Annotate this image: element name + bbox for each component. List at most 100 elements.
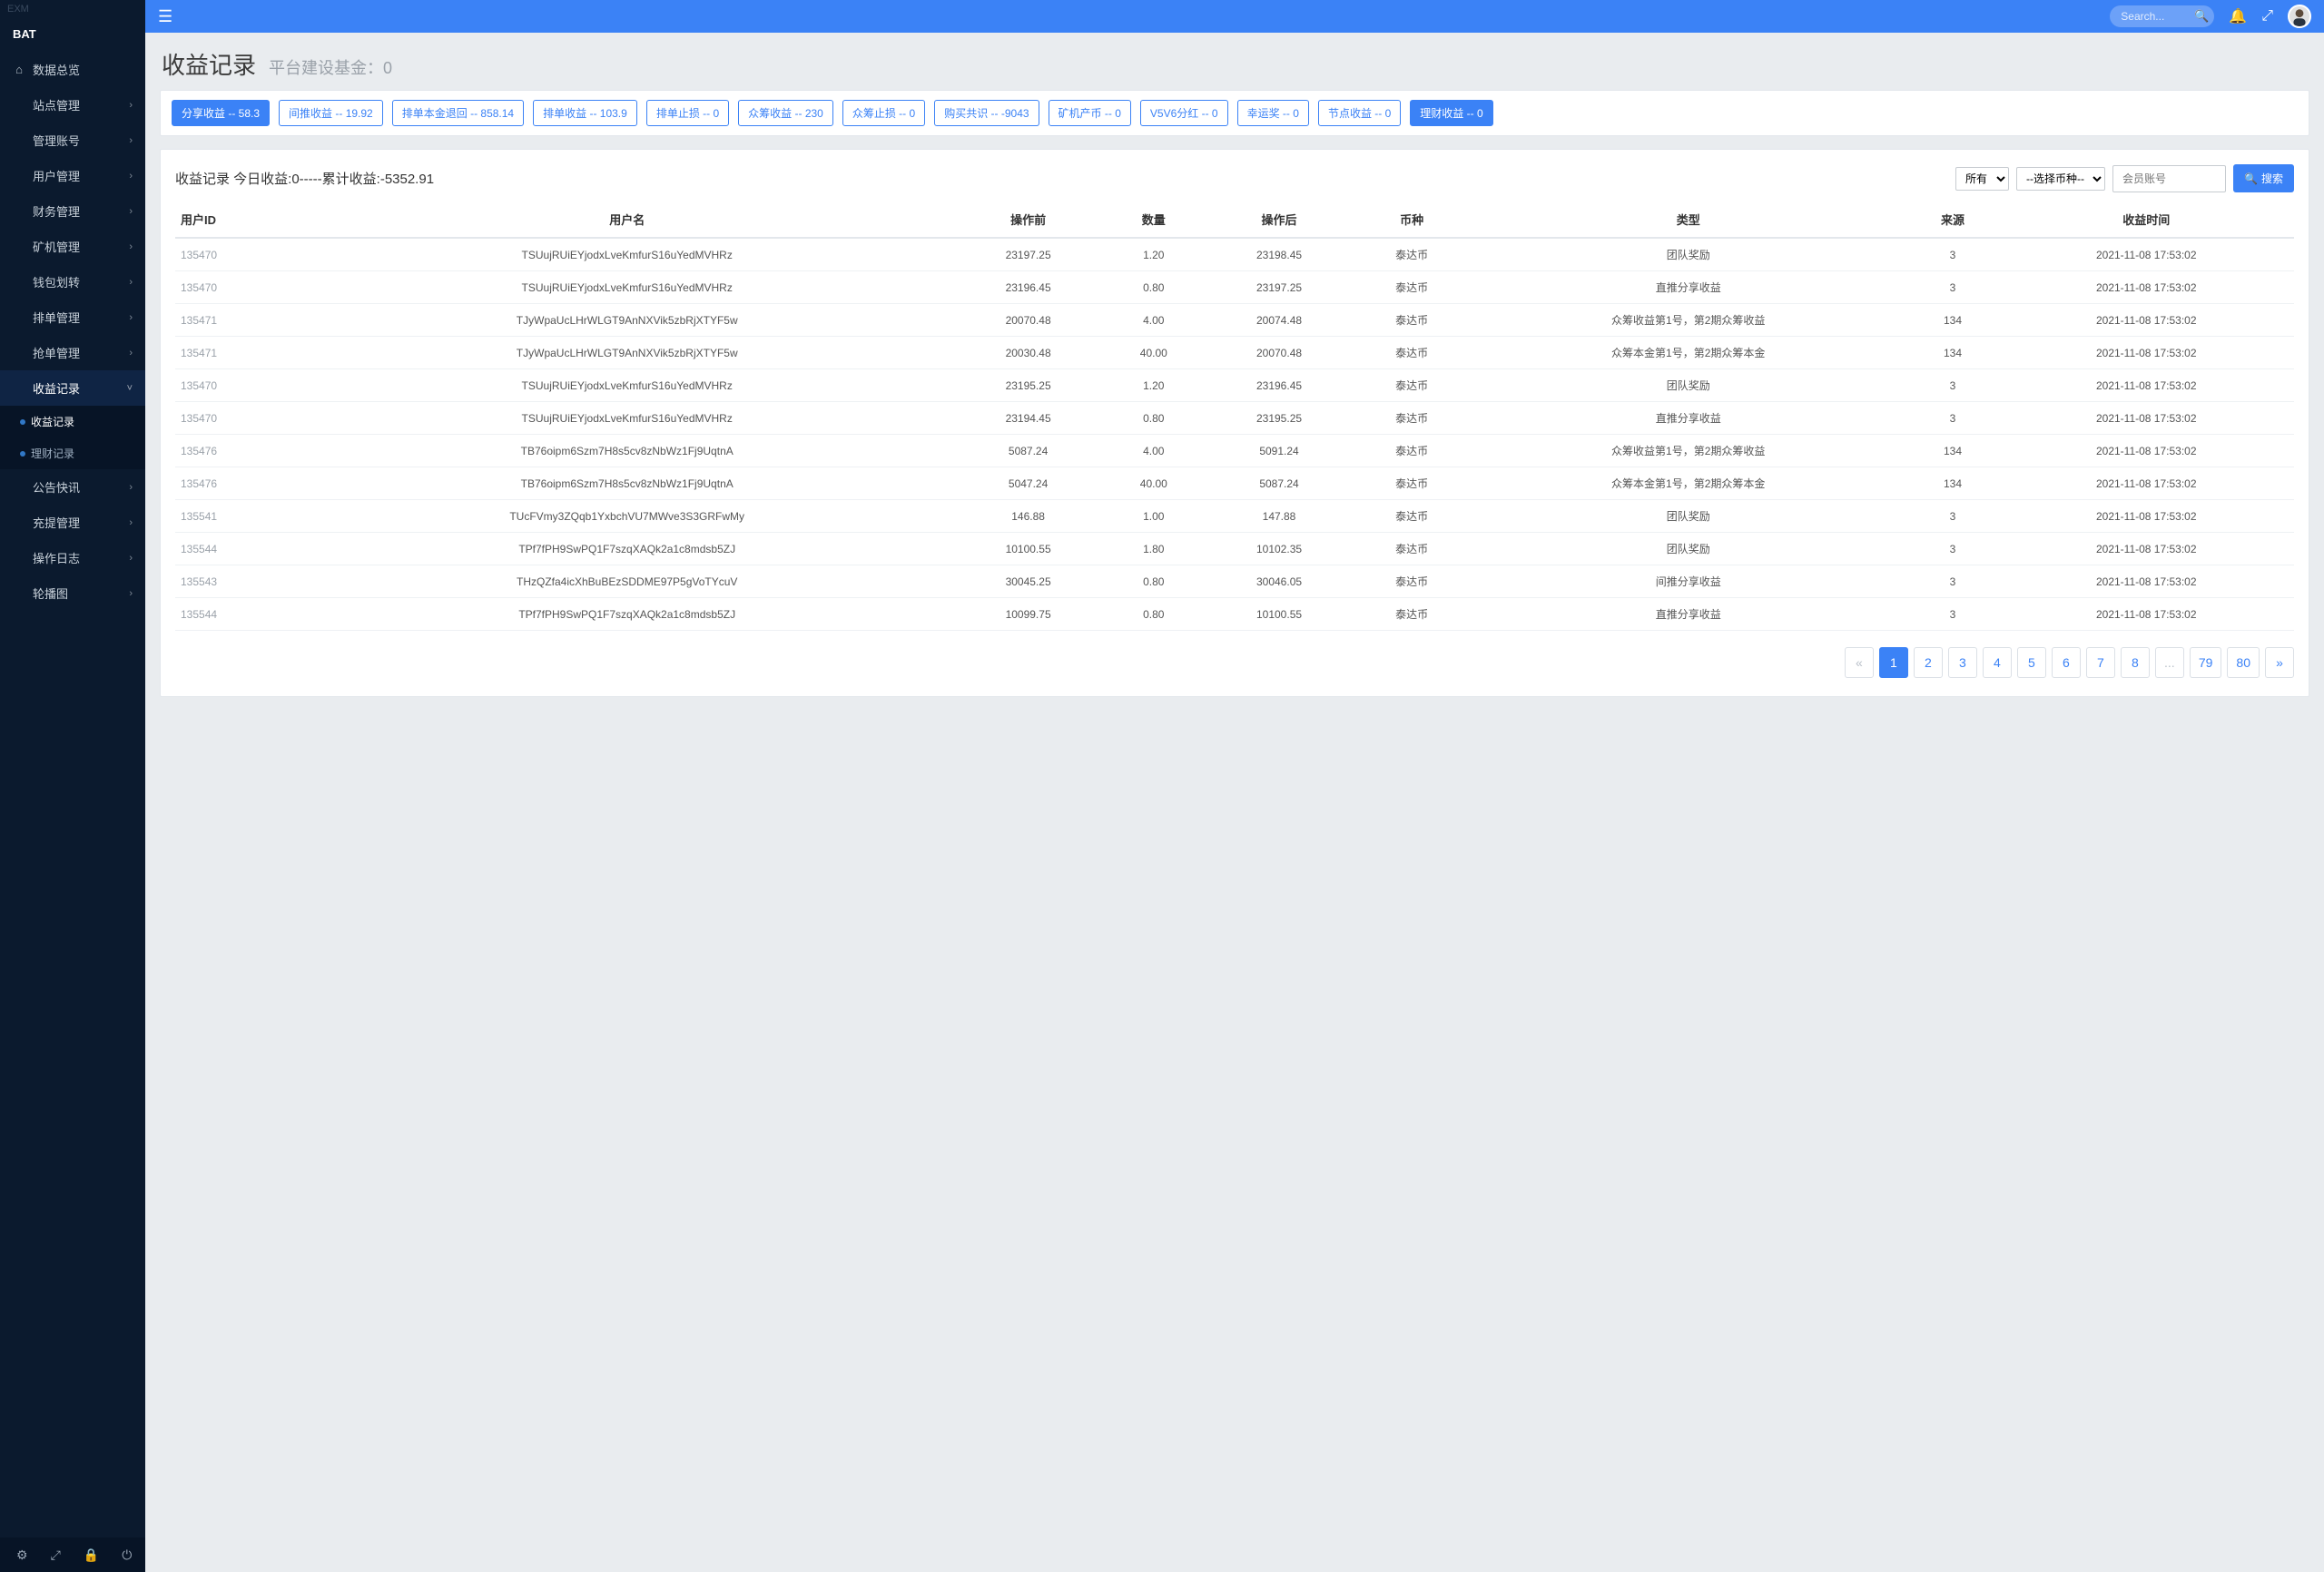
- tags-card: 分享收益 -- 58.3 间推收益 -- 19.92 排单本金退回 -- 858.1…: [160, 90, 2309, 136]
- chevron-right-icon: ›: [129, 100, 133, 111]
- filter-tag-6[interactable]: 众筹止损 -- 0: [842, 100, 925, 126]
- sidebar-subitem-9-1[interactable]: 理财记录: [0, 437, 145, 469]
- lock-icon[interactable]: 🔒: [84, 1547, 99, 1563]
- filter-tag-10[interactable]: 幸运奖 -- 0: [1237, 100, 1309, 126]
- sidebar-item-2[interactable]: 管理账号›: [0, 123, 145, 158]
- cell-2: 146.88: [953, 500, 1103, 533]
- sidebar-item-7[interactable]: 排单管理›: [0, 300, 145, 335]
- cell-2: 30045.25: [953, 565, 1103, 598]
- filter-tag-9[interactable]: V5V6分红 -- 0: [1140, 100, 1228, 126]
- table-row: 135541TUcFVmy3ZQqb1YxbchVU7MWve3S3GRFwMy…: [175, 500, 2294, 533]
- cell-2: 23197.25: [953, 238, 1103, 271]
- cell-2: 5047.24: [953, 467, 1103, 500]
- cell-8: 2021-11-08 17:53:02: [1999, 467, 2295, 500]
- filter-tag-4[interactable]: 排单止损 -- 0: [646, 100, 729, 126]
- sidebar-item-3[interactable]: 用户管理›: [0, 158, 145, 193]
- home-icon: ⌂: [13, 63, 25, 76]
- sidebar-item-4[interactable]: 财务管理›: [0, 193, 145, 229]
- page-next[interactable]: »: [2265, 647, 2294, 678]
- sidebar-item-9[interactable]: 收益记录˅: [0, 370, 145, 406]
- sidebar-item-8[interactable]: 抢单管理 ›: [0, 335, 145, 370]
- th-1: 用户名: [300, 201, 953, 238]
- filter-coin-select[interactable]: --选择币种--: [2016, 167, 2105, 191]
- filter-tag-5[interactable]: 众筹收益 -- 230: [738, 100, 833, 126]
- page-8[interactable]: 8: [2121, 647, 2150, 678]
- filter-tag-1[interactable]: 间推收益 -- 19.92: [279, 100, 383, 126]
- sidebar-item-label: 轮播图: [33, 585, 68, 602]
- sidebar-item-10[interactable]: 公告快讯›: [0, 469, 145, 505]
- nav: ⌂数据总览站点管理›管理账号›用户管理›财务管理›矿机管理›钱包划转›排单管理›…: [0, 52, 145, 1538]
- filter-tag-0[interactable]: 分享收益 -- 58.3: [172, 100, 270, 126]
- search-icon[interactable]: 🔍: [2194, 9, 2209, 24]
- page-1[interactable]: 1: [1879, 647, 1908, 678]
- cell-3: 40.00: [1103, 337, 1205, 369]
- hamburger-icon[interactable]: ☰: [158, 7, 172, 26]
- sidebar-top-label: EXM: [0, 0, 145, 16]
- sidebar-item-label: 矿机管理: [33, 238, 80, 255]
- filter-tag-3[interactable]: 排单收益 -- 103.9: [533, 100, 637, 126]
- search-button-label: 搜索: [2261, 171, 2283, 186]
- page-5[interactable]: 5: [2017, 647, 2046, 678]
- page-6[interactable]: 6: [2052, 647, 2081, 678]
- cell-2: 10100.55: [953, 533, 1103, 565]
- cell-1: TB76oipm6Szm7H8s5cv8zNbWz1Fj9UqtnA: [300, 467, 953, 500]
- filter-all-select[interactable]: 所有: [1955, 167, 2009, 191]
- page-2[interactable]: 2: [1914, 647, 1943, 678]
- sidebar-item-5[interactable]: 矿机管理›: [0, 229, 145, 264]
- sidebar-item-1[interactable]: 站点管理 ›: [0, 87, 145, 123]
- page-4[interactable]: 4: [1983, 647, 2012, 678]
- sidebar-footer: ⚙ ⤢ 🔒 ⏻: [0, 1538, 145, 1572]
- expand-icon[interactable]: ⤢: [2261, 8, 2273, 25]
- sidebar-item-11[interactable]: 充提管理›: [0, 505, 145, 540]
- cell-7: 3: [1907, 500, 1999, 533]
- tag-row: 分享收益 -- 58.3 间推收益 -- 19.92 排单本金退回 -- 858.1…: [172, 100, 2298, 126]
- page-7[interactable]: 7: [2086, 647, 2115, 678]
- page-80[interactable]: 80: [2227, 647, 2260, 678]
- chevron-right-icon: ›: [129, 348, 133, 359]
- page-79[interactable]: 79: [2190, 647, 2222, 678]
- sidebar-item-12[interactable]: 操作日志›: [0, 540, 145, 575]
- table-row: 135476TB76oipm6Szm7H8s5cv8zNbWz1Fj9UqtnA…: [175, 467, 2294, 500]
- cell-1: TB76oipm6Szm7H8s5cv8zNbWz1Fj9UqtnA: [300, 435, 953, 467]
- fullscreen-icon[interactable]: ⤢: [51, 1547, 61, 1563]
- cell-8: 2021-11-08 17:53:02: [1999, 500, 2295, 533]
- sidebar-item-label: 数据总览: [33, 61, 80, 78]
- cell-7: 134: [1907, 467, 1999, 500]
- sidebar-item-label: 管理账号: [33, 132, 80, 149]
- chevron-right-icon: ›: [129, 588, 133, 599]
- chevron-right-icon: ›: [129, 482, 133, 493]
- cell-7: 3: [1907, 565, 1999, 598]
- page-subtitle: 平台建设基金：0: [269, 55, 392, 79]
- cell-6: 众筹收益第1号，第2期众筹收益: [1470, 304, 1907, 337]
- sidebar-item-label: 站点管理: [33, 96, 80, 113]
- cell-3: 1.20: [1103, 369, 1205, 402]
- sidebar-item-0[interactable]: ⌂ 数据总览: [0, 52, 145, 87]
- table-row: 135544TPf7fPH9SwPQ1F7szqXAQk2a1c8mdsb5ZJ…: [175, 533, 2294, 565]
- search-button[interactable]: 🔍 搜索: [2233, 164, 2294, 192]
- sidebar-item-label: 抢单管理: [33, 344, 80, 361]
- cell-6: 团队奖励: [1470, 533, 1907, 565]
- filter-tag-7[interactable]: 购买共识 -- -9043: [934, 100, 1039, 126]
- sidebar-subitem-9-0[interactable]: 收益记录: [0, 406, 145, 437]
- bell-icon[interactable]: 🔔: [2229, 7, 2247, 25]
- power-icon[interactable]: ⏻: [122, 1547, 132, 1563]
- cell-3: 4.00: [1103, 435, 1205, 467]
- avatar[interactable]: [2288, 5, 2311, 28]
- filter-tag-12[interactable]: 理财收益 -- 0: [1410, 100, 1492, 126]
- cell-8: 2021-11-08 17:53:02: [1999, 565, 2295, 598]
- sidebar-item-13[interactable]: 轮播图 ›: [0, 575, 145, 611]
- cell-7: 3: [1907, 533, 1999, 565]
- cell-7: 3: [1907, 238, 1999, 271]
- table-row: 135470TSUujRUiEYjodxLveKmfurS16uYedMVHRz…: [175, 271, 2294, 304]
- cell-1: TUcFVmy3ZQqb1YxbchVU7MWve3S3GRFwMy: [300, 500, 953, 533]
- filter-account-input[interactable]: [2112, 165, 2226, 192]
- search-icon: 🔍: [2244, 172, 2258, 185]
- page-3[interactable]: 3: [1948, 647, 1977, 678]
- sidebar-item-6[interactable]: 钱包划转›: [0, 264, 145, 300]
- filter-tag-11[interactable]: 节点收益 -- 0: [1318, 100, 1401, 126]
- filter-tag-8[interactable]: 矿机产币 -- 0: [1049, 100, 1131, 126]
- filter-tag-2[interactable]: 排单本金退回 -- 858.14: [392, 100, 524, 126]
- table-row: 135543THzQZfa4icXhBuBEzSDDME97P5gVoTYcuV…: [175, 565, 2294, 598]
- settings-icon[interactable]: ⚙: [16, 1547, 28, 1563]
- page-prev[interactable]: «: [1845, 647, 1874, 678]
